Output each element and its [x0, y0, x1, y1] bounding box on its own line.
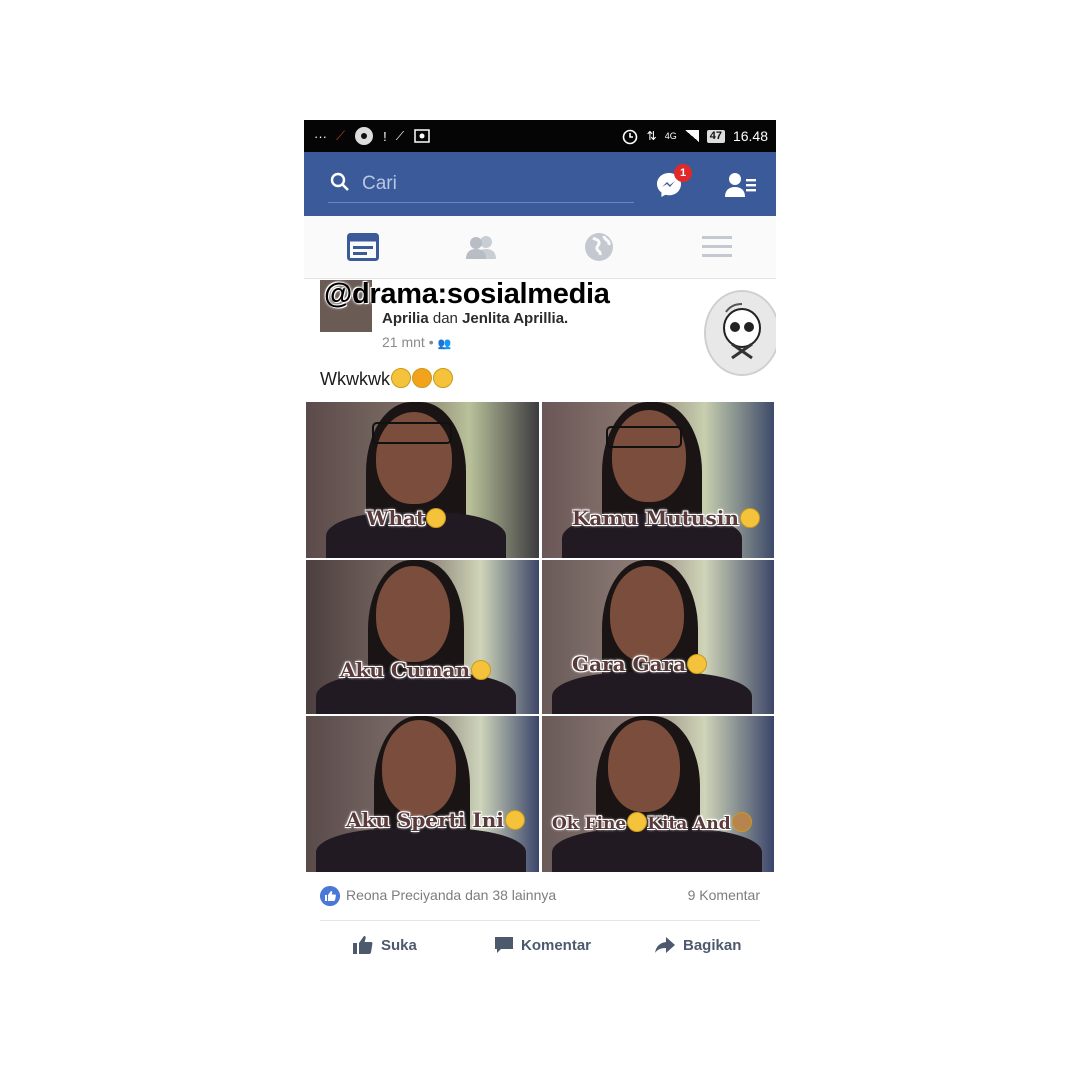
game-icon: ⟋ [336, 128, 346, 143]
screenshot-icon [414, 129, 430, 143]
status-left-icons: ··· ⟋ ! ⟋ [314, 120, 431, 152]
clock: 16.48 [732, 128, 768, 144]
photo-4[interactable]: Gara Gara [542, 560, 774, 714]
photo-1[interactable]: What [306, 402, 539, 558]
photo-1-caption: What [366, 506, 447, 530]
post-text: Wkwkwk [320, 368, 453, 390]
surprised-emoji-icon [426, 508, 447, 528]
post-authors: Aprilia dan Jenlita Aprillia. [382, 310, 568, 327]
laughing-emoji-icon-2 [433, 368, 453, 388]
photo-2[interactable]: Kamu Mutusin [542, 402, 774, 558]
skull-avatar-icon [706, 292, 776, 374]
laughing-emoji-icon [391, 368, 411, 388]
status-right-icons: ⇅ 4G 47 16.48 [621, 120, 768, 152]
tab-notifications[interactable] [540, 216, 658, 278]
grinning-emoji-icon [412, 368, 432, 388]
authors-joiner: dan [432, 310, 458, 327]
photo-3[interactable]: Aku Cuman [306, 560, 539, 714]
tab-friends[interactable] [422, 216, 540, 278]
messenger-badge: 1 [674, 164, 692, 182]
disc-icon [355, 127, 374, 145]
audience-friends-icon: 👥 [437, 338, 452, 350]
chat-head-bubble[interactable] [704, 290, 776, 376]
alert-icon: ! [383, 128, 387, 144]
post-timestamp: 21 mnt • 👥 [382, 334, 451, 350]
watermark: @drama:sosialmedia [324, 278, 610, 310]
phone-screen: ··· ⟋ ! ⟋ ⇅ 4G 47 16.48 Cari 1 Aprilia d… [304, 120, 776, 960]
smirk-emoji-icon [687, 654, 708, 674]
reactions-summary[interactable]: Reona Preciyanda dan 38 lainnya 9 Koment… [320, 884, 760, 908]
monkey-emoji-icon [731, 812, 752, 832]
share-icon [655, 937, 675, 953]
search-icon[interactable] [330, 172, 350, 192]
photo-4-caption: Gara Gara [572, 652, 708, 676]
tab-menu[interactable] [658, 216, 776, 278]
more-dots-icon: ··· [314, 128, 327, 144]
photo-5-caption: Aku Sperti Ini [346, 808, 525, 832]
like-label: Suka [381, 936, 417, 954]
sad-emoji-icon [739, 508, 760, 528]
globe-icon [585, 233, 613, 261]
photo-5[interactable]: Aku Sperti Ini [306, 716, 539, 872]
actions-divider [320, 920, 760, 921]
post-time: 21 mnt [382, 334, 425, 350]
author-name-2[interactable]: Jenlita Aprillia. [462, 310, 568, 327]
signal-icon [684, 130, 699, 142]
photo-3-caption: Aku Cuman [340, 658, 491, 682]
menu-icon [702, 236, 732, 257]
navigation-tabs [304, 216, 776, 278]
news-feed-icon [347, 233, 379, 261]
friend-requests-icon[interactable] [724, 170, 758, 200]
separator-dot: • [428, 334, 434, 350]
author-name-1[interactable]: Aprilia [382, 310, 429, 327]
comment-icon [495, 937, 513, 953]
battery-level: 47 [706, 129, 725, 143]
comment-label: Komentar [521, 936, 592, 954]
search-underline [328, 202, 634, 203]
data-transfer-icon: ⇅ [646, 129, 657, 143]
comment-count[interactable]: 9 Komentar [688, 887, 760, 903]
facebook-top-bar: Cari 1 [304, 152, 776, 216]
share-button[interactable]: Bagikan [654, 930, 741, 960]
comment-button[interactable]: Komentar [494, 930, 591, 960]
tab-news-feed[interactable] [304, 216, 422, 278]
photo-grid: What Kamu Mutusin Aku Cuman Gara Gara Ak… [304, 402, 776, 872]
grin-emoji-icon [627, 812, 648, 832]
post-actions: Suka Komentar Bagikan [304, 930, 776, 960]
search-input[interactable]: Cari [362, 172, 632, 196]
friends-icon [466, 236, 496, 259]
like-button[interactable]: Suka [352, 930, 417, 960]
network-type: 4G [664, 131, 677, 141]
reactions-text[interactable]: Reona Preciyanda dan 38 lainnya [346, 887, 556, 903]
status-bar: ··· ⟋ ! ⟋ ⇅ 4G 47 16.48 [304, 120, 776, 152]
photo-2-caption: Kamu Mutusin [572, 506, 760, 530]
like-reaction-icon [320, 886, 340, 906]
thumbs-up-icon [353, 936, 373, 954]
photo-6-caption: Ok Fine Kita And [552, 812, 752, 834]
post-body: Wkwkwk [320, 369, 390, 389]
rog-icon: ⟋ [395, 128, 405, 143]
smiling-emoji-icon [471, 660, 491, 680]
photo-6[interactable]: Ok Fine Kita And [542, 716, 774, 872]
share-label: Bagikan [683, 936, 742, 954]
relieved-emoji-icon [504, 810, 525, 830]
alarm-icon [622, 129, 637, 145]
